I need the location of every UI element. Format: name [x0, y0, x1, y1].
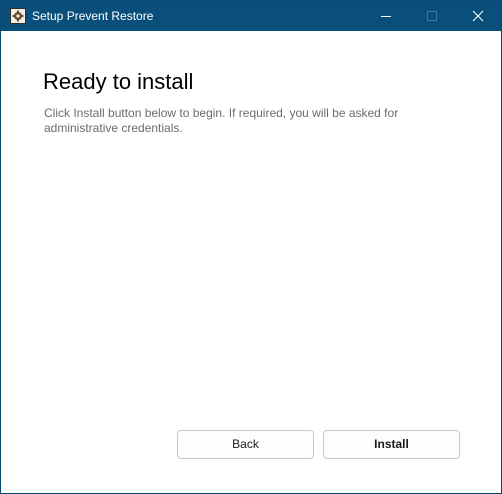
maximize-icon	[427, 11, 437, 21]
setup-gear-icon[interactable]	[10, 8, 26, 24]
back-button[interactable]: Back	[177, 430, 314, 459]
minimize-button[interactable]	[363, 1, 409, 31]
page-title: Ready to install	[43, 69, 194, 94]
title-bar[interactable]: Setup Prevent Restore	[1, 1, 501, 31]
installer-content: Ready to install Click Install button be…	[1, 31, 501, 493]
installer-window: Setup Prevent Restore Ready to install C…	[0, 0, 502, 494]
install-button[interactable]: Install	[323, 430, 460, 459]
minimize-icon	[381, 16, 391, 17]
close-icon	[472, 10, 484, 22]
close-button[interactable]	[455, 1, 501, 31]
page-description: Click Install button below to begin. If …	[44, 106, 399, 135]
window-title: Setup Prevent Restore	[32, 9, 154, 23]
maximize-button[interactable]	[409, 1, 455, 31]
